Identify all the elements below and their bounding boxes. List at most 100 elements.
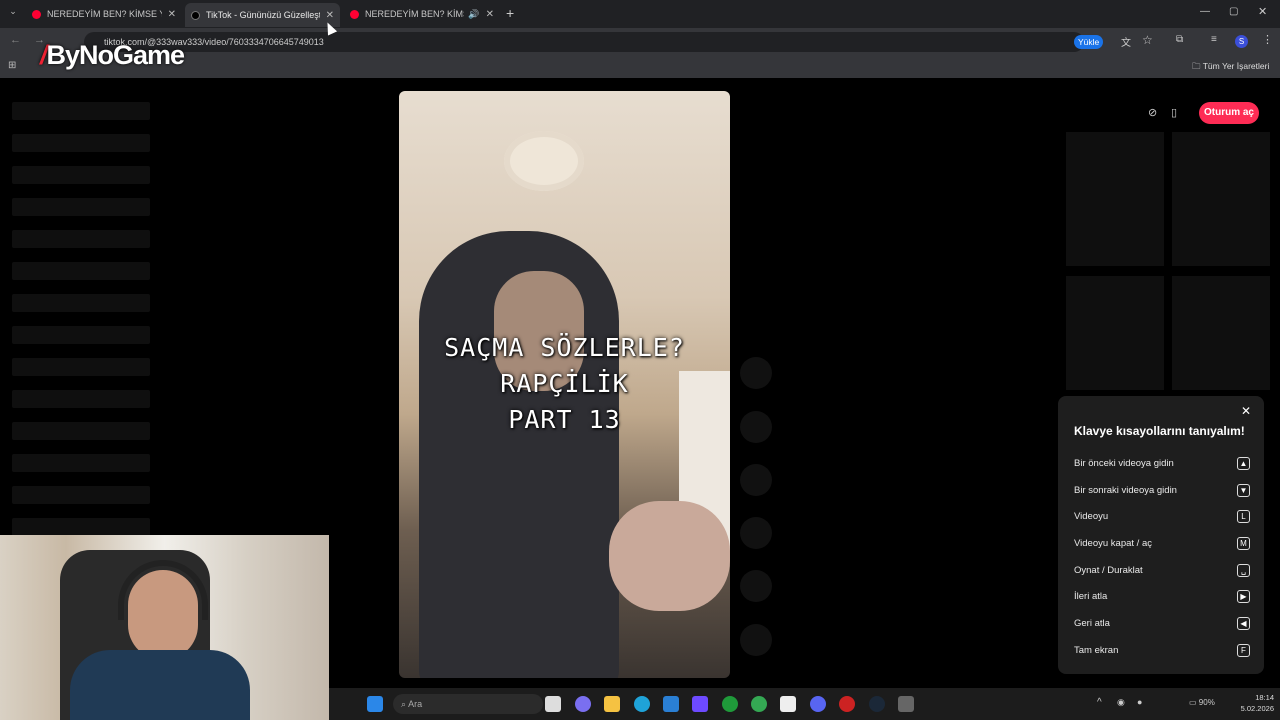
microphone-icon[interactable]: ● <box>1137 697 1142 707</box>
tab-tiktok[interactable]: TikTok - Gününüzü Güzelleştirin ✕ <box>185 3 340 27</box>
close-icon[interactable]: ✕ <box>486 9 494 20</box>
like-button[interactable] <box>740 411 772 443</box>
close-icon[interactable]: ✕ <box>326 10 334 21</box>
all-bookmarks-label: Tüm Yer İşaretleri <box>1202 61 1270 71</box>
speaker-icon[interactable]: 🔊 <box>468 9 479 20</box>
sidebar-skeleton-10 <box>12 390 150 408</box>
edge-icon[interactable] <box>634 696 650 712</box>
app-icon[interactable] <box>898 696 914 712</box>
translate-icon[interactable]: 文 <box>1121 34 1131 49</box>
shortcut-row: Geri atla ◀ <box>1074 615 1250 631</box>
recommended-thumbnail[interactable] <box>1172 276 1270 390</box>
share-button[interactable] <box>740 570 772 602</box>
login-label: Oturum aç <box>1203 107 1254 118</box>
sidebar-skeleton-13 <box>12 486 150 504</box>
sidebar-skeleton-5 <box>12 230 150 248</box>
proton-icon[interactable] <box>692 696 708 712</box>
profile-avatar[interactable]: S <box>1235 35 1248 48</box>
apps-grid-icon[interactable]: ⊞ <box>8 60 16 71</box>
comment-button[interactable] <box>740 464 772 496</box>
sidebar-skeleton-9 <box>12 358 150 376</box>
clock-time: 18:14 <box>1255 693 1274 702</box>
video-player[interactable]: SAÇMA SÖZLERLE? RAPÇİLİK PART 13 <box>399 91 730 678</box>
sidebar-skeleton-11 <box>12 422 150 440</box>
shortcut-row: Bir önceki videoya gidin ▲ <box>1074 455 1250 471</box>
task-view-icon[interactable] <box>545 696 561 712</box>
login-button[interactable]: Oturum aç <box>1199 102 1259 124</box>
sidebar-skeleton-14 <box>12 518 150 536</box>
shortcut-label: Bir önceki videoya gidin <box>1074 457 1174 469</box>
bynogame-logo: /ByNoGame <box>40 40 186 74</box>
shortcut-row: İleri atla ▶ <box>1074 588 1250 604</box>
minimize-button[interactable]: — <box>1200 6 1210 17</box>
shortcut-label: Videoyu <box>1074 510 1109 522</box>
start-icon[interactable] <box>367 696 383 712</box>
install-label: Yükle <box>1078 37 1100 47</box>
tray-chevron-icon[interactable]: ^ <box>1097 697 1102 708</box>
menu-icon[interactable]: ⋮ <box>1262 33 1273 46</box>
chrome-icon[interactable] <box>751 696 767 712</box>
key-down-icon: ▼ <box>1237 483 1250 497</box>
all-bookmarks-button[interactable]: 🗀 Tüm Yer İşaretleri <box>1192 61 1269 75</box>
store-icon[interactable] <box>663 696 679 712</box>
sidebar-skeleton-7 <box>12 294 150 312</box>
xbox-icon[interactable] <box>722 696 738 712</box>
install-button[interactable]: Yükle <box>1074 35 1104 49</box>
network-icon[interactable]: ◉ <box>1117 697 1125 708</box>
coins-icon[interactable]: ⊘ <box>1148 106 1157 119</box>
key-space-icon: ␣ <box>1237 563 1250 577</box>
file-explorer-icon[interactable] <box>604 696 620 712</box>
steam-icon[interactable] <box>869 696 885 712</box>
recommended-thumbnail[interactable] <box>1066 276 1164 390</box>
app-icon[interactable] <box>839 696 855 712</box>
recommended-thumbnail[interactable] <box>1066 132 1164 266</box>
music-disc-button[interactable] <box>740 624 772 656</box>
sidebar-skeleton-12 <box>12 454 150 472</box>
tiktok-favicon-icon <box>191 10 200 20</box>
close-window-button[interactable]: ✕ <box>1258 5 1267 18</box>
url-field[interactable]: tiktok.com/@333wav333/video/760333470664… <box>84 32 1084 52</box>
folder-icon: 🗀 <box>1192 61 1201 71</box>
extensions-icon[interactable]: ⧉ <box>1176 34 1183 45</box>
copilot-icon[interactable] <box>575 696 591 712</box>
shortcut-label: Bir sonraki videoya gidin <box>1074 484 1177 496</box>
bookmarks-bar: ⊞ 🗀 Tüm Yer İşaretleri <box>0 56 1280 78</box>
caption-line-2: RAPÇİLİK <box>500 369 629 398</box>
address-toolbar: ← → tiktok.com/@333wav333/video/76033347… <box>0 28 1280 56</box>
search-placeholder: Ara <box>408 699 423 709</box>
key-l-icon: L <box>1237 509 1250 523</box>
tab-search-button[interactable]: ⌄ <box>6 6 20 20</box>
back-icon[interactable]: ← <box>10 34 21 46</box>
tab-title: TikTok - Gününüzü Güzelleştirin <box>206 10 320 20</box>
sidebar-skeleton-6 <box>12 262 150 280</box>
tab-youtube-2[interactable]: NEREDEYİM BEN? KİMSE YO 🔊 ✕ <box>344 4 500 24</box>
search-icon: ⌕ <box>401 699 407 709</box>
streamer-webcam <box>0 535 329 720</box>
avatar-button[interactable] <box>740 357 772 389</box>
battery-indicator[interactable]: ▭ 90% <box>1189 698 1215 707</box>
logo-text: ByNoGame <box>46 40 186 70</box>
clock[interactable]: 18:14 5.02.2026 <box>1224 692 1274 714</box>
sidebar-skeleton-4 <box>12 198 150 216</box>
maximize-button[interactable]: ▢ <box>1229 6 1238 17</box>
caption-line-3: PART 13 <box>508 405 621 434</box>
key-left-icon: ◀ <box>1237 616 1250 630</box>
media-control-icon[interactable]: ≡ <box>1211 34 1217 45</box>
keyboard-shortcuts-popup: ✕ Klavye kısayollarını tanıyalım! Bir ön… <box>1058 396 1264 674</box>
close-icon[interactable]: ✕ <box>1241 404 1251 418</box>
new-tab-button[interactable]: + <box>506 5 514 21</box>
key-f-icon: F <box>1237 643 1250 657</box>
notion-icon[interactable] <box>780 696 796 712</box>
shortcut-label: İleri atla <box>1074 590 1108 602</box>
device-icon[interactable]: ▯ <box>1171 106 1177 119</box>
discord-icon[interactable] <box>810 696 826 712</box>
bookmark-star-icon[interactable]: ☆ <box>1142 33 1153 47</box>
tab-youtube-1[interactable]: NEREDEYİM BEN? KİMSE YOK N ✕ <box>26 4 182 24</box>
bookmark-button[interactable] <box>740 517 772 549</box>
hand <box>609 501 730 611</box>
taskbar-search[interactable]: ⌕ Ara <box>393 694 543 714</box>
browser-tab-strip: ⌄ NEREDEYİM BEN? KİMSE YOK N ✕ TikTok - … <box>0 0 1280 28</box>
close-icon[interactable]: ✕ <box>168 9 176 20</box>
recommended-thumbnail[interactable] <box>1172 132 1270 266</box>
shortcuts-title: Klavye kısayollarını tanıyalım! <box>1074 424 1245 438</box>
